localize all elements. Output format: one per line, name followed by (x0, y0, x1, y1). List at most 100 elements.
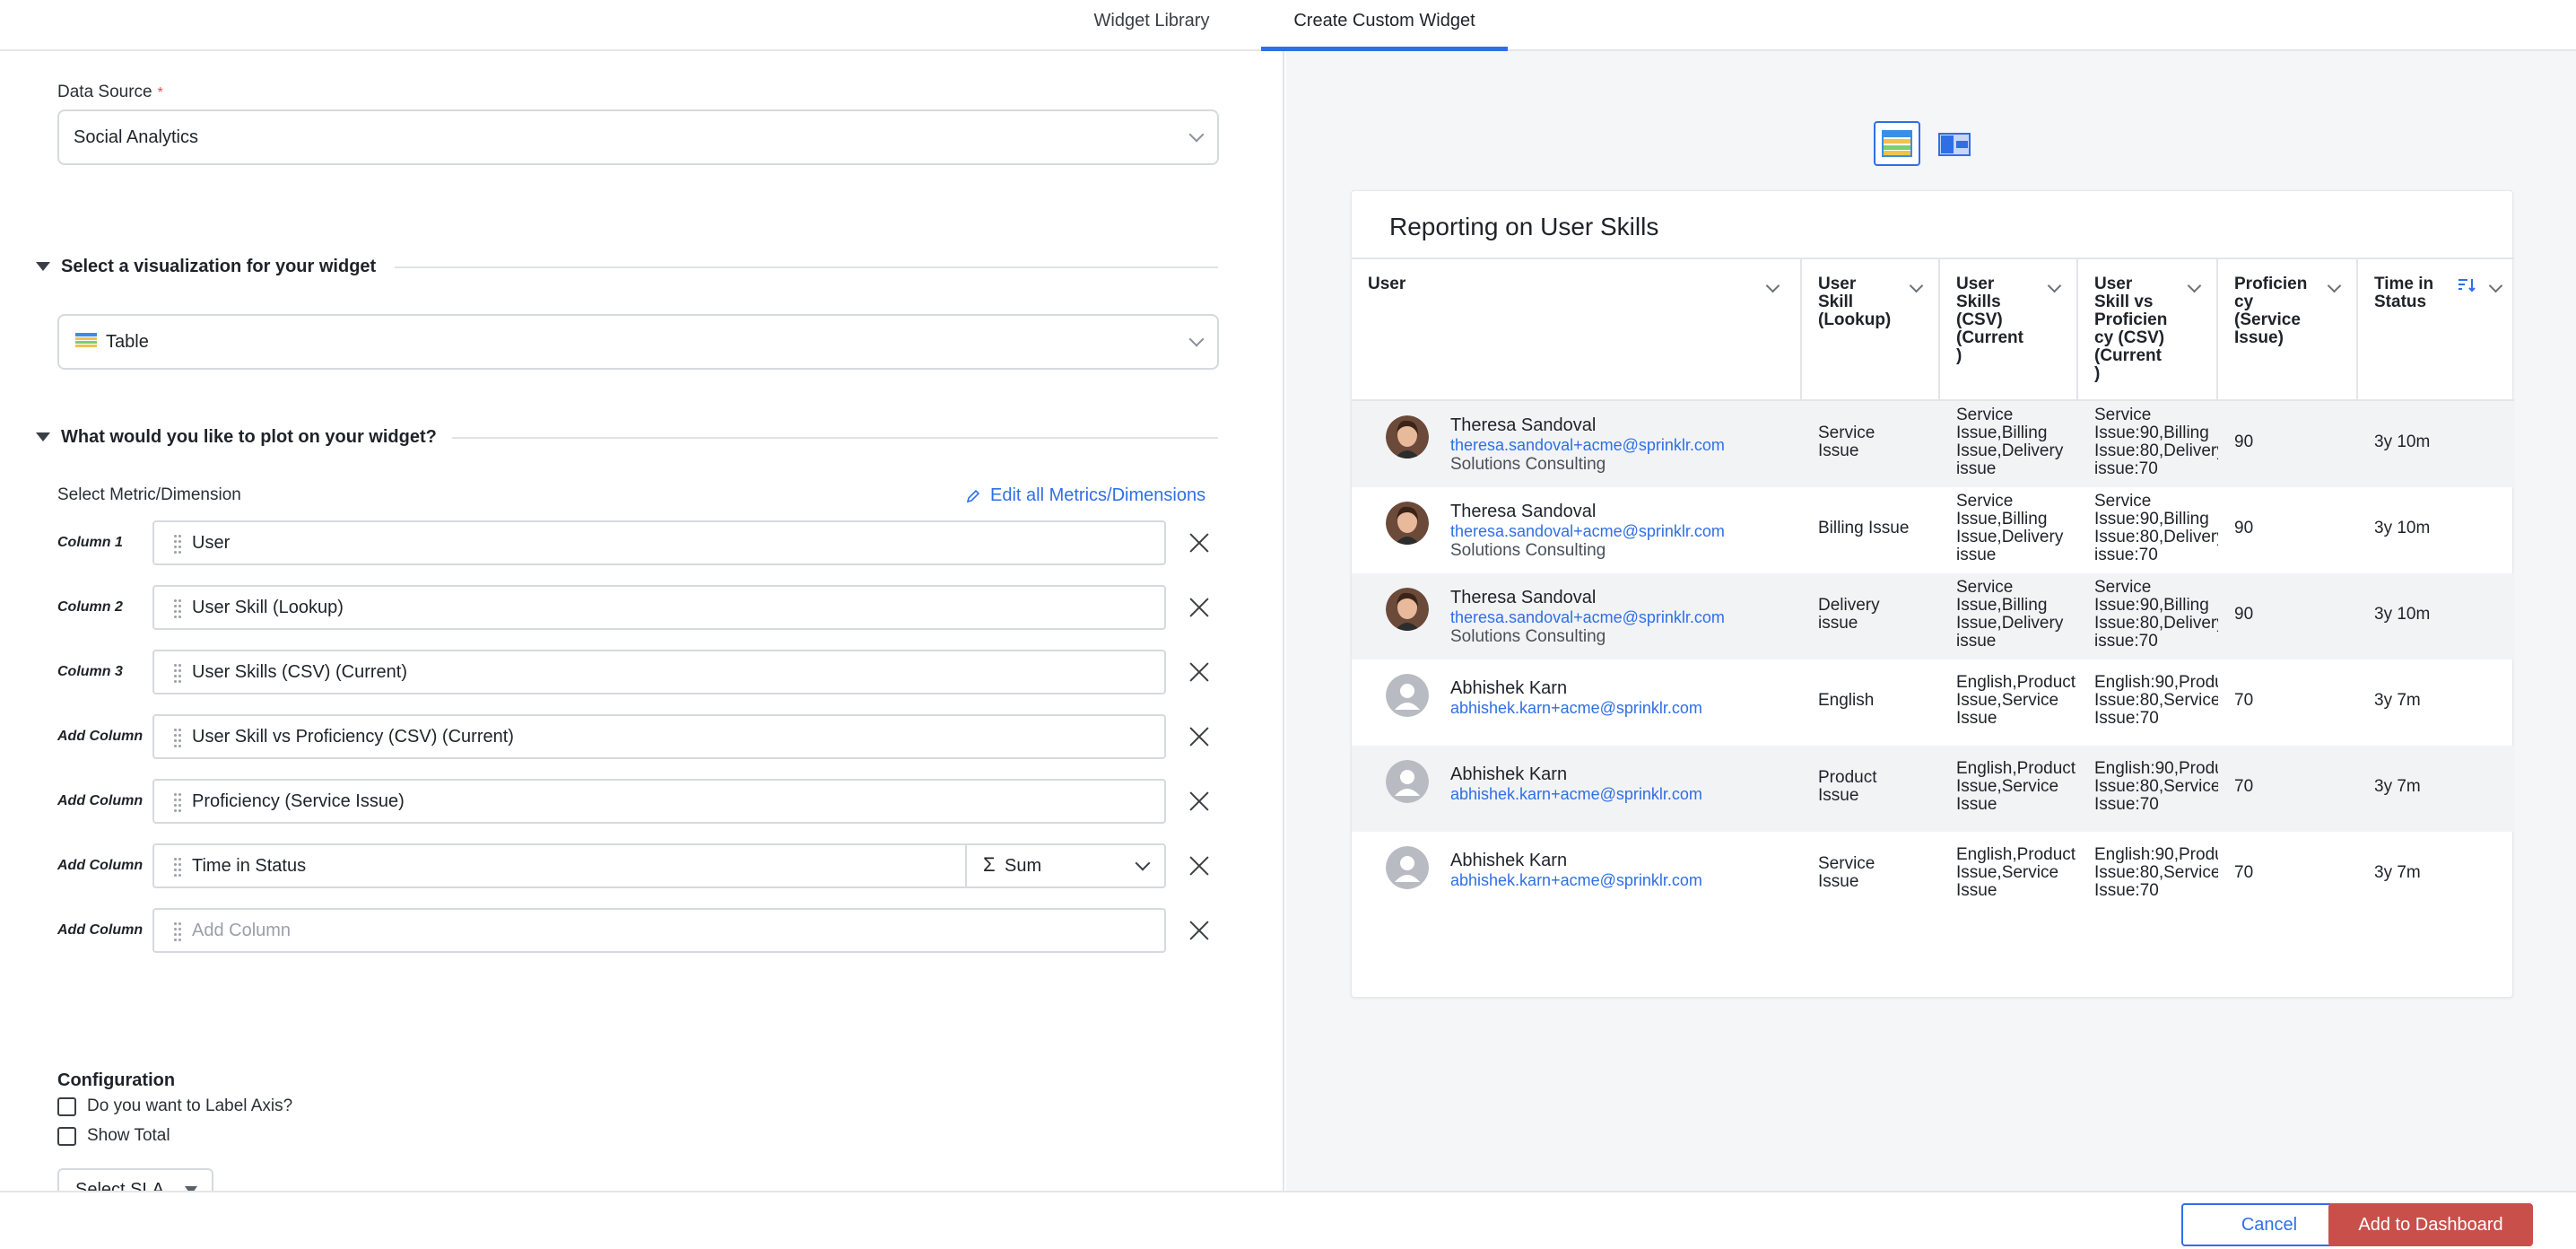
column-label: Add Column (57, 858, 144, 873)
user-team: Solutions Consulting (1450, 541, 1606, 560)
column-input[interactable]: User Skill (Lookup) (152, 585, 1166, 630)
header-user[interactable]: User (1352, 259, 1802, 401)
tab-widget-library[interactable]: Widget Library (1072, 0, 1231, 51)
avatar (1386, 588, 1429, 631)
drag-handle-icon[interactable] (174, 599, 181, 619)
chevron-down-icon[interactable] (1765, 278, 1780, 293)
column-row: Column 2 User Skill (Lookup) (57, 585, 1214, 630)
visualization-select[interactable]: Table (57, 314, 1219, 370)
skill-vs-proficiency-cell: English:90,ProductIssue:80,ServiceIssue:… (2094, 846, 2218, 900)
header-time-in-status[interactable]: Time in Status (2358, 259, 2514, 401)
top-tab-bar: Widget Library Create Custom Widget (0, 0, 2576, 51)
column-row: Column 1 User (57, 520, 1214, 565)
drag-handle-icon[interactable] (174, 664, 181, 684)
divider (452, 437, 1218, 439)
user-cell: Theresa Sandoval theresa.sandoval+acme@s… (1352, 487, 1802, 573)
column-value: Proficiency (Service Issue) (192, 791, 405, 811)
viz-section-toggle[interactable]: Select a visualization for your widget (36, 253, 376, 280)
card-view-button[interactable] (1930, 121, 1977, 166)
remove-column-icon[interactable] (1188, 531, 1211, 555)
user-name: Theresa Sandoval (1450, 588, 1597, 607)
user-email-link[interactable]: abhishek.karn+acme@sprinklr.com (1450, 785, 1702, 803)
column-label: Add Column (57, 729, 144, 744)
column-row: Add Column Time in Status Σ Sum (57, 843, 1214, 888)
widget-preview-panel: Reporting on User Skills User User Skill(… (1286, 51, 2576, 1191)
configuration-title: Configuration (57, 1070, 176, 1090)
table-view-button[interactable] (1874, 121, 1920, 166)
table-row: Abhishek Karn abhishek.karn+acme@sprinkl… (1352, 832, 2514, 918)
user-skills-csv-cell: Service Issue,Billing Issue,Delivery issue (1956, 579, 2064, 651)
column-value: Time in Status (192, 856, 307, 876)
header-label: Proficien cy (Service Issue) (2234, 275, 2308, 347)
sigma-icon: Σ (983, 853, 996, 876)
column-input[interactable]: User Skill vs Proficiency (CSV) (Current… (152, 714, 1166, 759)
drag-handle-icon[interactable] (174, 535, 181, 555)
column-placeholder: Add Column (192, 921, 292, 940)
drag-handle-icon[interactable] (174, 729, 181, 748)
drag-handle-icon[interactable] (174, 793, 181, 813)
user-name: Theresa Sandoval (1450, 502, 1597, 521)
widget-config-panel: Data Source * Social Analytics Select a v… (0, 51, 1284, 1211)
table-row: Theresa Sandoval theresa.sandoval+acme@s… (1352, 573, 2514, 659)
drag-handle-icon[interactable] (174, 858, 181, 878)
avatar (1386, 502, 1429, 545)
user-email-link[interactable]: abhishek.karn+acme@sprinklr.com (1450, 871, 1702, 889)
proficiency-cell: 70 (2234, 864, 2254, 882)
header-label: User Skill vs Proficien cy (CSV) (Current) (2094, 275, 2168, 383)
table-row: Theresa Sandoval theresa.sandoval+acme@s… (1352, 487, 2514, 573)
sort-icon[interactable] (2457, 277, 2476, 293)
user-skill-cell: Service Issue (1818, 855, 1875, 891)
remove-column-icon[interactable] (1188, 596, 1211, 619)
add-column-input[interactable]: Add Column (152, 908, 1166, 953)
skill-vs-proficiency-cell: Service Issue:90,Billing Issue:80,Delivery… (2094, 493, 2218, 564)
drag-handle-icon[interactable] (174, 922, 181, 942)
tab-create-custom-widget[interactable]: Create Custom Widget (1261, 0, 1508, 51)
user-email-link[interactable]: abhishek.karn+acme@sprinklr.com (1450, 699, 1702, 717)
visualization-value: Table (106, 332, 149, 352)
chevron-down-icon[interactable] (2488, 278, 2503, 293)
required-mark: * (157, 85, 163, 100)
user-email-link[interactable]: theresa.sandoval+acme@sprinklr.com (1450, 608, 1725, 626)
data-source-select[interactable]: Social Analytics (57, 109, 1219, 165)
remove-column-icon[interactable] (1188, 660, 1211, 684)
caret-down-icon (36, 262, 50, 271)
data-source-value: Social Analytics (74, 127, 198, 147)
time-in-status-cell: 3y 7m (2374, 864, 2421, 882)
remove-column-icon[interactable] (1188, 919, 1211, 942)
column-row: Add Column User Skill vs Proficiency (CS… (57, 714, 1214, 759)
edit-metrics-link[interactable]: Edit all Metrics/Dimensions (965, 485, 1205, 506)
table-icon (75, 333, 97, 347)
checkbox[interactable] (57, 1096, 76, 1116)
column-input[interactable]: Proficiency (Service Issue) (152, 779, 1166, 824)
column-value: User Skill (Lookup) (192, 598, 344, 617)
user-email-link[interactable]: theresa.sandoval+acme@sprinklr.com (1450, 522, 1725, 540)
column-label: Add Column (57, 793, 144, 808)
column-row: Add Column Add Column (57, 908, 1214, 953)
header-proficiency[interactable]: Proficien cy (Service Issue) (2218, 259, 2358, 401)
checkbox[interactable] (57, 1126, 76, 1146)
show-total-checkbox[interactable]: Show Total (57, 1125, 170, 1147)
pencil-icon (966, 489, 980, 502)
plot-section-toggle[interactable]: What would you like to plot on your widg… (36, 424, 437, 450)
user-name: Abhishek Karn (1450, 678, 1568, 698)
header-user-skill[interactable]: User Skill (Lookup) (1802, 259, 1940, 401)
column-input[interactable]: User Skills (CSV) (Current) (152, 650, 1166, 694)
header-user-skills-csv[interactable]: User Skills (CSV) (Current) (1940, 259, 2078, 401)
aggregation-select[interactable]: Σ Sum (965, 845, 1164, 887)
add-to-dashboard-button[interactable]: Add to Dashboard (2328, 1203, 2533, 1246)
user-email-link[interactable]: theresa.sandoval+acme@sprinklr.com (1450, 436, 1725, 454)
remove-column-icon[interactable] (1188, 854, 1211, 878)
preview-card: Reporting on User Skills User User Skill(… (1351, 190, 2514, 998)
edit-metrics-label: Edit all Metrics/Dimensions (990, 485, 1206, 505)
column-row: Add Column Proficiency (Service Issue) (57, 779, 1214, 824)
header-skill-vs-proficiency[interactable]: User Skill vs Proficien cy (CSV) (Current) (2078, 259, 2218, 401)
metric-dimension-label: Select Metric/Dimension (57, 485, 241, 504)
header-label: User Skills (CSV) (Current) (1956, 275, 2023, 365)
column-input[interactable]: User (152, 520, 1166, 565)
remove-column-icon[interactable] (1188, 790, 1211, 813)
remove-column-icon[interactable] (1188, 725, 1211, 748)
column-label: Column 3 (57, 664, 123, 679)
label-axis-checkbox[interactable]: Do you want to Label Axis? (57, 1096, 292, 1117)
column-value: User Skill vs Proficiency (CSV) (Current… (192, 727, 514, 747)
column-input[interactable]: Time in Status Σ Sum (152, 843, 1166, 888)
